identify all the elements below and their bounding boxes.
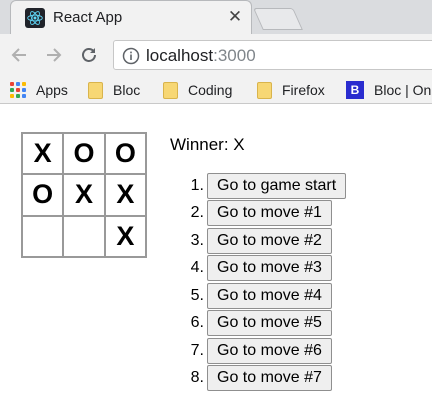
- board-square[interactable]: X: [22, 133, 64, 175]
- folder-icon: [163, 81, 178, 99]
- arrow-right-icon: [47, 48, 62, 62]
- move-number: 1.: [190, 176, 204, 194]
- arrow-left-icon: [11, 48, 26, 62]
- board-square[interactable]: [22, 215, 64, 257]
- move-number: 8.: [190, 369, 204, 387]
- move-number: 6.: [190, 314, 204, 332]
- browser-toolbar: localhost:3000: [0, 34, 432, 76]
- go-to-move-button[interactable]: Go to move #5: [207, 310, 332, 337]
- go-to-move-button[interactable]: Go to move #1: [207, 200, 332, 227]
- board-square[interactable]: X: [63, 174, 105, 216]
- close-icon[interactable]: ✕: [226, 7, 244, 27]
- apps-icon: [10, 82, 26, 98]
- bookmarks-bar: Apps Bloc Coding Firefox B Bloc | On: [0, 76, 432, 104]
- move-number: 3.: [190, 231, 204, 249]
- board-square[interactable]: X: [104, 215, 146, 257]
- bookmark-apps[interactable]: Apps: [10, 80, 68, 100]
- move-number: 7.: [190, 341, 204, 359]
- folder-icon: [257, 81, 272, 99]
- move-number: 2.: [190, 204, 204, 222]
- go-to-move-button[interactable]: Go to move #3: [207, 255, 332, 282]
- address-bar[interactable]: localhost:3000: [113, 40, 432, 70]
- board-square[interactable]: O: [104, 133, 146, 175]
- react-icon: [25, 8, 45, 28]
- board-square[interactable]: [63, 215, 105, 257]
- bookmark-label: Coding: [188, 82, 233, 98]
- board-square[interactable]: O: [63, 133, 105, 175]
- url-host: localhost: [146, 46, 214, 65]
- board-square[interactable]: X: [104, 174, 146, 216]
- back-button[interactable]: [6, 42, 32, 68]
- go-to-move-button[interactable]: Go to move #4: [207, 282, 332, 309]
- game-info: Winner: X 1. Go to game start 2. Go to m…: [170, 134, 347, 392]
- url-port: :3000: [213, 46, 256, 65]
- bookmark-firefox[interactable]: Firefox: [257, 80, 325, 100]
- bookmark-label: Apps: [36, 82, 68, 98]
- board-square[interactable]: O: [22, 174, 64, 216]
- forward-button[interactable]: [41, 42, 67, 68]
- game-status: Winner: X: [170, 135, 245, 154]
- tab-strip: React App ✕: [0, 0, 432, 34]
- go-to-move-button[interactable]: Go to move #2: [207, 227, 332, 254]
- move-number: 5.: [190, 286, 204, 304]
- info-icon[interactable]: [122, 47, 140, 65]
- bookmark-coding[interactable]: Coding: [163, 80, 232, 100]
- bookmark-label: Bloc | On: [374, 82, 432, 98]
- tab-title: React App: [53, 9, 123, 26]
- new-tab-button[interactable]: [253, 8, 303, 30]
- folder-icon: [88, 81, 103, 99]
- game-board: X O O O X X X: [21, 132, 147, 258]
- browser-tab[interactable]: React App ✕: [10, 0, 252, 34]
- bookmark-bloc-on[interactable]: B Bloc | On: [346, 80, 431, 100]
- reload-button[interactable]: [76, 42, 102, 68]
- bookmark-label: Bloc: [113, 82, 141, 98]
- bookmark-label: Firefox: [282, 82, 325, 98]
- bookmark-bloc[interactable]: Bloc: [88, 80, 140, 100]
- go-to-move-button[interactable]: Go to game start: [207, 172, 347, 199]
- reload-icon: [82, 48, 96, 62]
- move-number: 4.: [190, 259, 204, 277]
- bloc-icon: B: [346, 81, 364, 99]
- go-to-move-button[interactable]: Go to move #6: [207, 337, 332, 364]
- go-to-move-button[interactable]: Go to move #7: [207, 365, 332, 392]
- url-text: localhost:3000: [146, 45, 256, 67]
